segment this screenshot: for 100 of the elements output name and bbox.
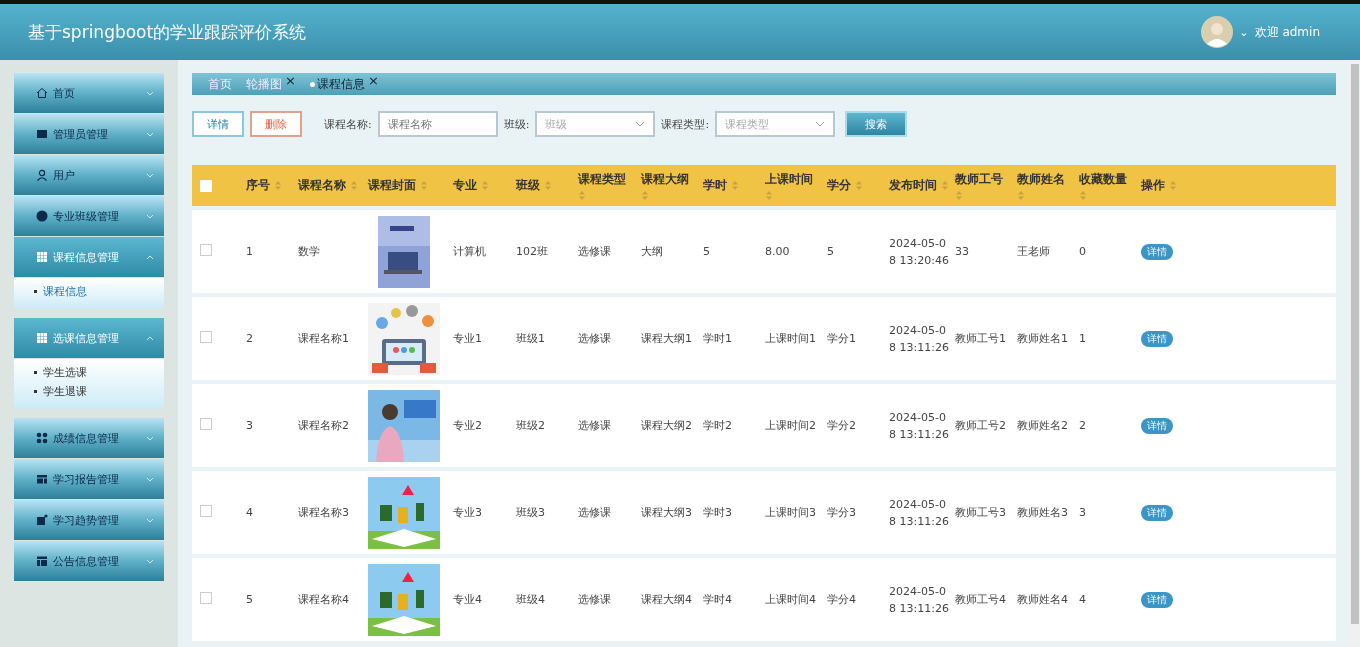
column-header[interactable]: 发布时间 — [889, 177, 937, 194]
table-cell-text: 2024-05-08 13:11:26 — [889, 583, 950, 617]
avatar-icon[interactable] — [1201, 16, 1234, 48]
card-icon — [36, 128, 48, 140]
sort-icon[interactable] — [1079, 189, 1087, 201]
sort-icon[interactable] — [578, 189, 586, 201]
delete-button[interactable]: 删除 — [250, 111, 302, 137]
sort-icon[interactable] — [350, 180, 358, 191]
close-icon[interactable]: × — [285, 75, 296, 86]
sort-icon[interactable] — [855, 180, 863, 191]
chevron-icon — [146, 254, 154, 260]
table-cell-text: 教师姓名1 — [1017, 331, 1068, 347]
menu-item[interactable]: 管理员管理 — [14, 114, 164, 154]
tab[interactable]: 课程信息 — [309, 75, 365, 93]
sort-icon[interactable] — [1169, 180, 1177, 191]
column-header[interactable]: 课程名称 — [298, 177, 346, 194]
search-button[interactable]: 搜索 — [845, 111, 908, 137]
filter-label: 班级: — [503, 116, 530, 132]
chevron-icon — [146, 335, 154, 341]
table-cell-text: 教师工号4 — [955, 592, 1006, 608]
submenu-item[interactable]: 学生选课 — [14, 363, 164, 382]
close-icon[interactable]: × — [367, 75, 379, 86]
submenu-item[interactable]: 课程信息 — [14, 282, 164, 301]
table-cell-text: 选修课 — [578, 592, 611, 608]
detail-link[interactable]: 详情 — [1141, 591, 1173, 608]
select-all-checkbox[interactable] — [200, 179, 212, 192]
column-header[interactable]: 上课时间 — [765, 170, 813, 188]
menu-item[interactable]: 用户 — [14, 155, 164, 195]
chevron-icon[interactable] — [635, 121, 646, 127]
detail-link[interactable]: 详情 — [1141, 330, 1173, 347]
table-cell-text: 专业3 — [453, 505, 482, 521]
detail-button[interactable]: 详情 — [192, 111, 244, 137]
row-checkbox[interactable] — [200, 418, 212, 430]
table-cell-text: 课程名称4 — [298, 592, 349, 608]
table-cell-text: 课程大纲2 — [641, 418, 692, 434]
submenu-item[interactable]: 学生退课 — [14, 382, 164, 401]
table-cell-text: 选修课 — [578, 505, 611, 521]
sort-icon[interactable] — [481, 180, 489, 191]
table-cell-text: 学时1 — [703, 331, 732, 347]
chevron-icon[interactable] — [815, 121, 826, 127]
sort-icon[interactable] — [274, 180, 282, 191]
column-header[interactable]: 教师姓名 — [1017, 170, 1065, 188]
sort-icon[interactable] — [941, 180, 949, 191]
sort-icon[interactable] — [955, 189, 963, 201]
sort-icon[interactable] — [641, 189, 649, 201]
table-cell-text: 5 — [827, 244, 834, 260]
sort-icon[interactable] — [765, 189, 773, 201]
menu-item[interactable]: 学习趋势管理 — [14, 500, 164, 540]
scroll-bar[interactable] — [1350, 60, 1360, 647]
column-header[interactable]: 收藏数量 — [1079, 170, 1127, 188]
user-icon — [36, 169, 48, 181]
column-header[interactable]: 课程封面 — [368, 177, 416, 194]
column-header[interactable]: 班级 — [516, 177, 540, 194]
column-header[interactable]: 操作 — [1141, 177, 1165, 194]
table-cell-text: 选修课 — [578, 244, 611, 260]
input-field[interactable]: 课程名称 — [377, 111, 498, 137]
row-checkbox[interactable] — [200, 592, 212, 604]
sort-icon[interactable] — [1017, 189, 1025, 201]
table-cell-text: 课程大纲4 — [641, 592, 692, 608]
table-icon — [36, 555, 48, 567]
column-header[interactable]: 序号 — [246, 177, 270, 194]
menu-item[interactable]: 学习报告管理 — [14, 459, 164, 499]
column-header[interactable]: 教师工号 — [955, 170, 1003, 188]
menu-item[interactable]: 成绩信息管理 — [14, 418, 164, 458]
sort-icon[interactable] — [420, 180, 428, 191]
row-checkbox[interactable] — [200, 244, 212, 256]
sort-icon[interactable] — [731, 180, 739, 191]
column-header[interactable]: 学时 — [703, 177, 727, 194]
table-cell-text: 1 — [246, 244, 253, 260]
menu-item[interactable]: 首页 — [14, 73, 164, 113]
table-cell-text: 33 — [955, 244, 969, 260]
table-cell-text: 学分4 — [827, 592, 856, 608]
chevron-icon — [146, 517, 154, 523]
detail-link[interactable]: 详情 — [1141, 417, 1173, 434]
table-cell-text: 课程大纲3 — [641, 505, 692, 521]
menu-item[interactable]: 专业班级管理 — [14, 196, 164, 236]
detail-link[interactable]: 详情 — [1141, 243, 1173, 260]
row-checkbox[interactable] — [200, 505, 212, 517]
column-header[interactable]: 专业 — [453, 177, 477, 194]
detail-link[interactable]: 详情 — [1141, 504, 1173, 521]
table-cell-text: 教师姓名3 — [1017, 505, 1068, 521]
table-cell-text: 王老师 — [1017, 244, 1050, 260]
sort-icon[interactable] — [544, 180, 552, 191]
table-cell-text: 3 — [246, 418, 253, 434]
table-cell-text: 0 — [1079, 244, 1086, 260]
table-cell-text: 2024-05-08 13:11:26 — [889, 496, 950, 530]
table-cell-text: 选修课 — [578, 331, 611, 347]
grid-icon — [36, 251, 48, 263]
table-cell-text: 课程名称3 — [298, 505, 349, 521]
table-cell-text: 数学 — [298, 244, 320, 260]
chevron-icon — [146, 131, 154, 137]
column-header[interactable]: 课程大纲 — [641, 170, 689, 188]
row-checkbox[interactable] — [200, 331, 212, 343]
column-header[interactable]: 学分 — [827, 177, 851, 194]
column-header[interactable]: 课程类型 — [578, 170, 626, 188]
table-cell-text: 1 — [1079, 331, 1086, 347]
menu-item[interactable]: 公告信息管理 — [14, 541, 164, 581]
table-cell-text: 计算机 — [453, 244, 486, 260]
table-cell-text: 课程大纲1 — [641, 331, 692, 347]
filter-label: 课程名称: — [324, 116, 372, 132]
